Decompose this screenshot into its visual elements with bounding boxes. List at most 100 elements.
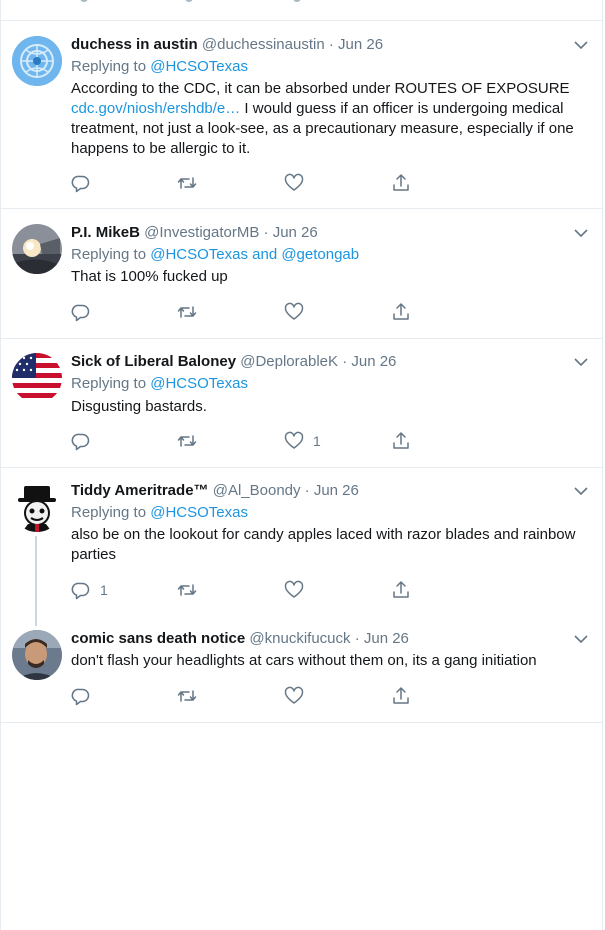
tweet-date[interactable]: · Jun 26	[264, 224, 318, 241]
tweet[interactable]: Tiddy Ameritrade™ @Al_Boondy · Jun 26 Re…	[0, 468, 603, 626]
display-name[interactable]: Sick of Liberal Baloney	[71, 353, 236, 370]
url-link[interactable]: cdc.gov/niosh/ershdb/e…	[71, 100, 240, 117]
like-button[interactable]	[284, 301, 313, 323]
share-icon	[393, 303, 409, 320]
user-handle[interactable]: @knuckifucuck	[249, 630, 350, 647]
avatar[interactable]	[12, 630, 62, 680]
reply-button[interactable]	[71, 172, 100, 194]
mention-link[interactable]: @HCSOTexas and @getongab	[150, 246, 359, 263]
reply-button[interactable]: 1	[71, 579, 108, 601]
replying-to: Replying to @HCSOTexas	[71, 57, 248, 77]
like-button[interactable]	[284, 685, 313, 707]
heart-icon	[284, 431, 304, 449]
reply-icon	[71, 688, 90, 706]
like-button[interactable]	[284, 579, 313, 601]
user-handle[interactable]: @InvestigatorMB	[144, 224, 259, 241]
avatar[interactable]	[12, 224, 62, 274]
tweet-header: comic sans death notice @knuckifucuck · …	[71, 629, 409, 649]
share-icon	[393, 581, 409, 598]
tweet-actions	[71, 685, 591, 707]
heart-icon	[284, 580, 304, 598]
share-button[interactable]	[391, 430, 411, 452]
tweet-text: don't flash your headlights at cars with…	[71, 652, 537, 669]
previous-tweet-fragment	[0, 0, 605, 4]
tweet-text: According to the CDC, it can be absorbed…	[71, 79, 591, 159]
replying-to: Replying to @HCSOTexas	[71, 503, 248, 523]
like-button[interactable]	[284, 172, 313, 194]
retweet-button[interactable]	[177, 579, 206, 601]
avatar[interactable]	[12, 36, 62, 86]
user-handle[interactable]: @DeplorableK	[240, 353, 338, 370]
mention-link[interactable]: @HCSOTexas	[150, 504, 248, 521]
tweet-date[interactable]: · Jun 26	[342, 353, 396, 370]
retweet-icon	[177, 306, 197, 318]
tweet-actions	[71, 301, 591, 323]
retweet-icon	[177, 690, 197, 702]
heart-icon	[284, 302, 304, 320]
mention-link[interactable]: @HCSOTexas	[150, 375, 248, 392]
retweet-button[interactable]	[177, 430, 206, 452]
tweet-header: P.I. MikeB @InvestigatorMB · Jun 26	[71, 223, 318, 243]
tweet[interactable]: P.I. MikeB @InvestigatorMB · Jun 26 Repl…	[0, 209, 603, 338]
tweet[interactable]: duchess in austin @duchessinaustin · Jun…	[0, 21, 603, 208]
avatar[interactable]	[12, 353, 62, 403]
replying-to: Replying to @HCSOTexas	[71, 374, 248, 394]
tweet-actions: 1	[71, 430, 591, 452]
heart-icon	[284, 686, 304, 704]
tweet[interactable]: comic sans death notice @knuckifucuck · …	[0, 618, 603, 722]
reply-button[interactable]	[71, 685, 100, 707]
tweet-text: Disgusting bastards.	[71, 398, 207, 415]
tweet-date[interactable]: · Jun 26	[329, 36, 383, 53]
tweet-date[interactable]: · Jun 26	[305, 482, 359, 499]
reply-icon	[71, 582, 90, 600]
user-handle[interactable]: @duchessinaustin	[202, 36, 325, 53]
reply-button[interactable]	[71, 430, 100, 452]
tweet-actions: 1	[71, 579, 591, 601]
tweet[interactable]: Sick of Liberal Baloney @DeplorableK · J…	[0, 339, 603, 467]
thread-line	[35, 536, 37, 626]
display-name[interactable]: P.I. MikeB	[71, 224, 140, 241]
tweet-date[interactable]: · Jun 26	[355, 630, 409, 647]
share-button[interactable]	[391, 172, 411, 194]
chevron-down-icon[interactable]	[573, 631, 589, 647]
mention-link[interactable]: @HCSOTexas	[150, 58, 248, 75]
reply-button[interactable]	[71, 301, 100, 323]
replying-label: Replying to	[71, 58, 147, 75]
display-name[interactable]: comic sans death notice	[71, 630, 245, 647]
retweet-icon	[177, 435, 197, 447]
retweet-button[interactable]	[177, 301, 206, 323]
like-button[interactable]: 1	[284, 430, 321, 452]
share-button[interactable]	[391, 301, 411, 323]
chevron-down-icon[interactable]	[573, 37, 589, 53]
chevron-down-icon[interactable]	[573, 354, 589, 370]
replying-label: Replying to	[71, 246, 147, 263]
tweet-header: Tiddy Ameritrade™ @Al_Boondy · Jun 26	[71, 481, 359, 501]
share-button[interactable]	[391, 579, 411, 601]
tweet-text: also be on the lookout for candy apples …	[71, 526, 576, 563]
display-name[interactable]: duchess in austin	[71, 36, 198, 53]
avatar[interactable]	[12, 482, 62, 532]
chevron-down-icon[interactable]	[573, 225, 589, 241]
tweet-header: duchess in austin @duchessinaustin · Jun…	[71, 35, 383, 55]
share-button[interactable]	[391, 685, 411, 707]
reply-count: 1	[100, 582, 108, 598]
reply-icon	[71, 304, 90, 322]
retweet-icon	[177, 584, 197, 596]
replying-label: Replying to	[71, 504, 147, 521]
display-name[interactable]: Tiddy Ameritrade™	[71, 482, 209, 499]
chevron-down-icon[interactable]	[573, 483, 589, 499]
reply-icon	[71, 433, 90, 451]
share-icon	[393, 174, 409, 191]
tweet-text: That is 100% fucked up	[71, 268, 228, 285]
user-handle[interactable]: @Al_Boondy	[213, 482, 301, 499]
reply-icon	[71, 175, 90, 193]
tweet-actions	[71, 172, 591, 194]
retweet-button[interactable]	[177, 685, 206, 707]
heart-icon	[284, 173, 304, 191]
tweet-header: Sick of Liberal Baloney @DeplorableK · J…	[71, 352, 396, 372]
like-count: 1	[313, 433, 321, 449]
share-icon	[393, 687, 409, 704]
divider	[0, 722, 603, 723]
retweet-icon	[177, 177, 197, 189]
retweet-button[interactable]	[177, 172, 206, 194]
